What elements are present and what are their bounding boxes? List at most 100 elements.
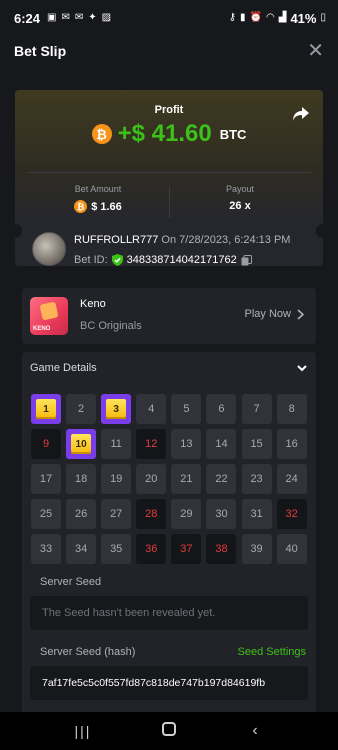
bet-id-label: Bet ID: [74,254,108,266]
payout-stat: Payout 26 x [165,184,315,212]
keno-cell: 27 [101,499,132,529]
back-button[interactable]: ‹ [240,722,270,740]
keno-cell: 29 [171,499,202,529]
status-bar: 6:24 ▣ ✉ ✉ ✦ ▨ ⚷ ▮ ⏰ ◠ ▟ 41% ▯ [0,0,338,36]
keno-cell: 16 [276,429,307,459]
keno-thumb-word: KENO [33,326,51,332]
close-icon: ✕ [307,40,324,62]
keno-cell-miss: 12 [136,429,167,459]
keno-cell-hit: 1 [31,394,61,424]
game-card[interactable]: KENO Keno BC Originals Play Now [22,288,316,344]
bet-slip-header: Bet Slip ✕ [0,36,338,66]
chevron-down-icon [297,365,307,372]
keno-cell: 33 [31,534,61,564]
game-details-title: Game Details [30,362,97,374]
keno-cell: 39 [241,534,272,564]
keno-cell-miss: 36 [136,534,167,564]
copy-icon[interactable] [241,254,252,266]
keno-cell: 4 [136,394,167,424]
keno-cell: 34 [66,534,97,564]
keno-cell: 15 [241,429,272,459]
keno-cell: 21 [171,464,202,494]
battery-icon: ▯ [320,12,326,23]
server-seed-field[interactable]: The Seed hasn't been revealed yet. [30,596,308,630]
mail-icon: ✉ [61,12,70,23]
wifi-icon: ◠ [266,12,275,23]
battery-percent: 41% [290,10,317,26]
close-button[interactable]: ✕ [307,41,324,61]
bet-date: On 7/28/2023, 6:24:13 PM [161,234,291,246]
keno-cell-miss: 38 [206,534,237,564]
game-name: Keno [80,298,106,310]
btc-coin-icon: ₿ [74,200,88,213]
keno-cell: 19 [101,464,132,494]
keno-number: 1 [36,399,56,419]
keno-cell: 25 [31,499,61,529]
keno-cell: 11 [101,429,132,459]
share-icon[interactable] [291,104,311,124]
status-left: 6:24 ▣ ✉ ✉ ✦ ▨ [14,11,111,26]
game-details-toggle[interactable]: Game Details [22,352,316,384]
keno-thumbnail: KENO [30,297,68,335]
ticket-notch [8,224,22,238]
keno-cell-hit: 10 [66,429,97,459]
status-right: ⚷ ▮ ⏰ ◠ ▟ 41% ▯ [229,11,326,26]
server-seed-label: Server Seed [40,576,102,588]
keno-cell-miss: 32 [276,499,307,529]
profit-row: ₿ +$ 41.60 BTC [15,120,323,148]
keno-cell-miss: 9 [31,429,61,459]
keno-cell: 22 [206,464,237,494]
profit-currency: BTC [219,126,247,142]
avatar[interactable] [32,232,66,266]
play-now-label: Play Now [244,308,291,320]
keno-cell-miss: 37 [171,534,202,564]
profit-amount: +$ 41.60 [117,120,212,147]
status-time: 6:24 [14,10,41,26]
bet-amount-value-row: ₿ $ 1.66 [23,200,173,213]
system-nav-bar: ||| ‹ [0,712,338,750]
alarm-icon: ⏰ [249,12,263,23]
keno-cell: 24 [276,464,307,494]
keno-cell: 30 [206,499,237,529]
user-line: RUFFROLLR777 On 7/28/2023, 6:24:13 PM [74,234,290,246]
keno-cell: 17 [31,464,61,494]
seed-settings-link[interactable]: Seed Settings [238,646,307,658]
keno-board: 1 2 3 4 5 6 7 8 9 10 11 12 13 14 15 16 17 18 19 20 21 22 23 24 2… [31,394,307,564]
btc-coin-icon: ₿ [91,124,112,144]
keno-cell: 5 [171,394,202,424]
payout-value: 26 x [229,200,251,212]
keno-cell: 13 [171,429,202,459]
keno-cell: 23 [241,464,272,494]
battery-saver-icon: ▮ [240,12,246,23]
keno-cell: 8 [276,394,307,424]
keno-cell: 18 [66,464,97,494]
app-icon: ✦ [88,12,97,23]
signal-icon: ▟ [278,12,287,23]
keno-cell: 14 [206,429,237,459]
bet-amount-value: $ 1.66 [91,200,122,213]
bet-id-value: 348338714042171762 [126,254,237,266]
bet-amount-stat: Bet Amount ₿ $ 1.66 [23,184,173,213]
keno-number: 10 [71,434,92,454]
server-seed-hash-label: Server Seed (hash) [40,646,136,658]
keno-cell: 7 [241,394,272,424]
server-seed-hash-field[interactable]: 7af17fe5c5c0f557fd87c818de747b197d84619f… [30,666,308,700]
keno-cell: 6 [206,394,237,424]
username[interactable]: RUFFROLLR777 [74,234,158,246]
keno-cell: 40 [276,534,307,564]
keno-cell: 31 [241,499,272,529]
profit-label: Profit [154,104,184,116]
keno-cell: 26 [66,499,97,529]
keno-cell: 2 [66,394,97,424]
play-now-button[interactable]: Play Now [245,308,304,320]
divider [27,172,311,173]
home-button[interactable] [154,721,184,741]
bet-id-row: Bet ID: 348338714042171762 [74,254,252,266]
keno-cell: 35 [101,534,132,564]
recent-apps-button[interactable]: ||| [68,723,98,739]
payout-label: Payout [225,184,255,194]
verified-shield-icon [111,254,123,266]
bet-slip-content[interactable]: Profit ₿ +$ 41.60 BTC Bet Amount ₿ $ 1.6… [0,66,338,712]
keno-number: 3 [106,399,127,419]
home-icon [162,721,176,736]
